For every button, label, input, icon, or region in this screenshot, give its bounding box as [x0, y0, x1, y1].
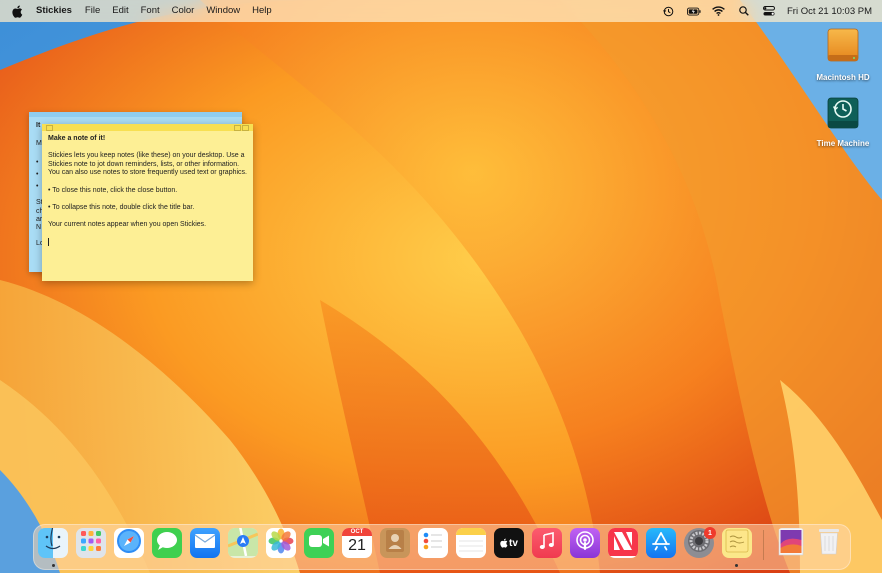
- dock-contacts[interactable]: [380, 528, 410, 558]
- tv-icon: tv: [500, 538, 518, 549]
- music-icon: [539, 531, 555, 555]
- calendar-icon: OCT 21: [342, 528, 372, 556]
- news-icon: [608, 528, 638, 558]
- close-button[interactable]: [46, 125, 53, 131]
- dock-messages[interactable]: [152, 528, 182, 558]
- contacts-icon: [384, 529, 406, 558]
- desktop-icon-label: Macintosh HD: [816, 73, 870, 82]
- dock-app-store[interactable]: [646, 528, 676, 558]
- note-paragraph: Stickies lets you keep notes (like these…: [48, 152, 247, 177]
- tv-label: tv: [509, 537, 518, 549]
- desktop-wallpaper: [0, 0, 882, 573]
- maps-icon: [228, 528, 258, 558]
- folder-stack-icon: [777, 528, 805, 558]
- dock-music[interactable]: [532, 528, 562, 558]
- calendar-day: 21: [348, 537, 366, 554]
- messages-icon: [155, 530, 179, 557]
- dock-reminders[interactable]: [418, 528, 448, 558]
- dock-podcasts[interactable]: [570, 528, 600, 558]
- dock-downloads-stack[interactable]: [776, 528, 806, 558]
- menu-window[interactable]: Window: [200, 0, 246, 22]
- note-text-fragment: N: [36, 224, 42, 231]
- control-center-icon[interactable]: [762, 5, 776, 17]
- trash-icon: [817, 528, 841, 558]
- apple-menu-icon[interactable]: [12, 4, 24, 18]
- dock-separator: [763, 530, 764, 560]
- dock-apple-tv[interactable]: tv: [494, 528, 524, 558]
- dock-finder[interactable]: [38, 528, 68, 558]
- note-text-fragment: M: [36, 140, 42, 147]
- finder-icon: [38, 528, 68, 558]
- dock-mail[interactable]: [190, 528, 220, 558]
- search-icon[interactable]: [737, 5, 751, 17]
- dock-safari[interactable]: [114, 528, 144, 558]
- desktop-icon-macintosh-hd[interactable]: Macintosh HD: [808, 27, 878, 82]
- menu-app-name[interactable]: Stickies: [34, 0, 79, 22]
- text-cursor: [48, 238, 49, 247]
- menu-color[interactable]: Color: [166, 0, 201, 22]
- facetime-icon: [308, 534, 330, 553]
- menu-clock[interactable]: Fri Oct 21 10:03 PM: [787, 6, 872, 17]
- wifi-icon[interactable]: [712, 5, 726, 17]
- desktop-icon-time-machine[interactable]: Time Machine: [808, 95, 878, 148]
- app-store-icon: [651, 531, 671, 556]
- launchpad-icon: [80, 530, 102, 557]
- podcasts-icon: [574, 530, 596, 557]
- note-heading: Make a note of it!: [48, 135, 106, 142]
- battery-icon[interactable]: [686, 5, 701, 17]
- dock-maps[interactable]: [228, 528, 258, 558]
- menu-bar: Stickies File Edit Font Color Window Hel…: [0, 0, 882, 22]
- sticky-title-bar[interactable]: [29, 112, 242, 117]
- dock-photos[interactable]: [266, 528, 296, 558]
- stickies-icon: [724, 528, 750, 558]
- time-machine-icon: [825, 95, 861, 136]
- sticky-title-bar[interactable]: [42, 124, 253, 131]
- note-paragraph: • To close this note, click the close bu…: [48, 186, 178, 194]
- note-paragraph: • To collapse this note, double click th…: [48, 203, 195, 211]
- running-indicator: [52, 564, 55, 567]
- dock-stickies[interactable]: [722, 528, 752, 558]
- note-text-area[interactable]: Make a note of it! Stickies lets you kee…: [42, 131, 253, 250]
- time-machine-status-icon[interactable]: [662, 5, 676, 17]
- desktop-icon-label: Time Machine: [816, 139, 870, 148]
- running-indicator: [735, 564, 738, 567]
- dock-facetime[interactable]: [304, 528, 334, 558]
- dock-trash[interactable]: [814, 528, 844, 558]
- safari-icon: [115, 528, 143, 558]
- menu-edit[interactable]: Edit: [106, 0, 134, 22]
- dock-launchpad[interactable]: [76, 528, 106, 558]
- zoom-button[interactable]: [234, 125, 241, 131]
- mail-icon: [194, 533, 216, 554]
- menu-help[interactable]: Help: [246, 0, 278, 22]
- note-paragraph: Your current notes appear when you open …: [48, 220, 207, 228]
- notes-icon: [456, 528, 486, 558]
- dock-notes[interactable]: [456, 528, 486, 558]
- calendar-month: OCT: [342, 528, 372, 536]
- hard-drive-icon: [825, 27, 861, 70]
- menu-font[interactable]: Font: [135, 0, 166, 22]
- note-text-fragment: •: [36, 183, 39, 190]
- note-text-fragment: •: [36, 171, 39, 178]
- note-text-fragment: It: [36, 122, 41, 129]
- sticky-note-yellow[interactable]: Make a note of it! Stickies lets you kee…: [42, 124, 253, 281]
- reminders-icon: [422, 531, 444, 556]
- collapse-button[interactable]: [242, 125, 249, 131]
- dock-calendar[interactable]: OCT 21: [342, 528, 372, 558]
- photos-icon: [268, 528, 294, 558]
- dock-news[interactable]: [608, 528, 638, 558]
- note-text-fragment: •: [36, 159, 39, 166]
- menu-file[interactable]: File: [79, 0, 106, 22]
- notification-badge: 1: [704, 527, 716, 539]
